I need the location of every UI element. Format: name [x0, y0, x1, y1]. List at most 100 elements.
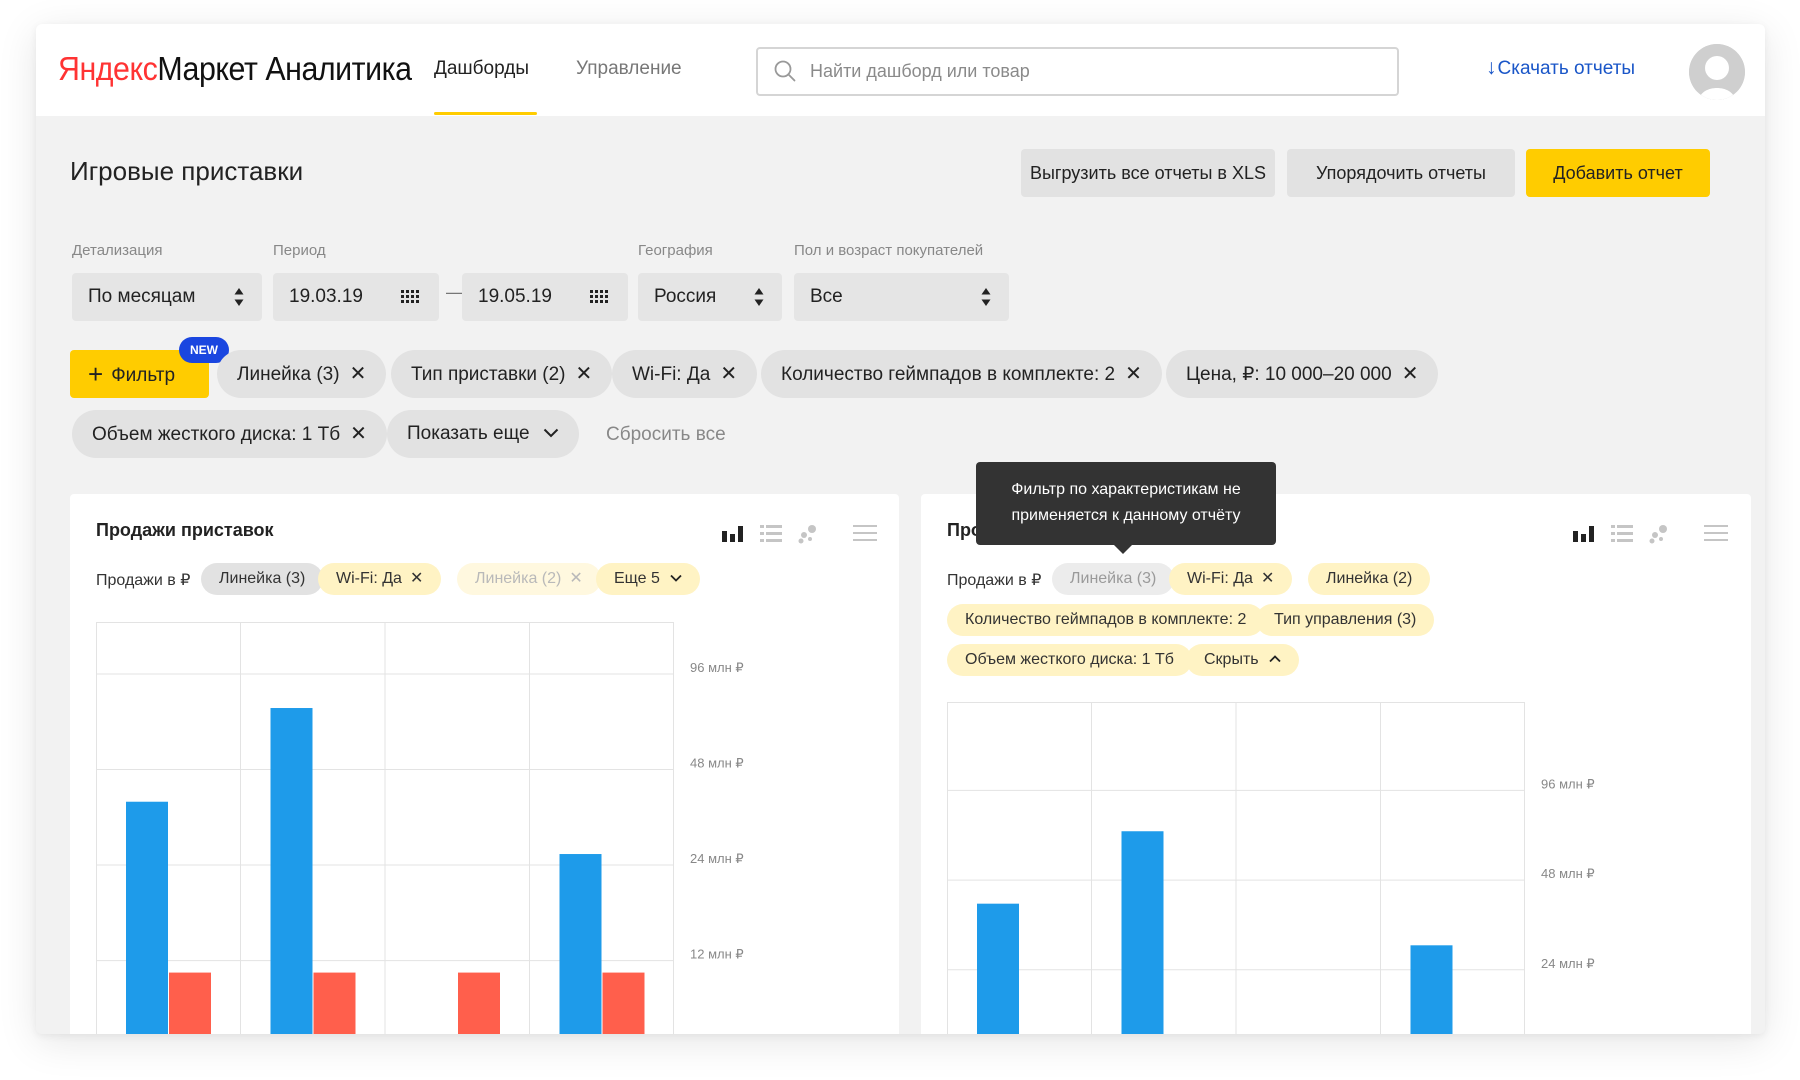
search-icon — [774, 60, 796, 82]
sales-bar-chart: 96 млн ₽ 48 млн ₽ 24 млн ₽ — [947, 702, 1595, 1034]
detail-value: По месяцам — [88, 286, 196, 307]
chip-label: Линейка (3) — [237, 364, 340, 385]
tag-label: Wi-Fi: Да — [336, 570, 402, 587]
period-label: Период — [273, 242, 326, 259]
search-box[interactable] — [756, 47, 1399, 96]
geo-value: Россия — [654, 286, 717, 307]
tag-chip[interactable]: Линейка (2) — [1308, 563, 1431, 595]
chevron-down-icon — [543, 428, 559, 438]
sort-arrows-icon — [754, 288, 764, 306]
y-tick-label: 12 млн ₽ — [690, 947, 744, 962]
tag-chip[interactable]: Объем жесткого диска: 1 Тб — [947, 644, 1192, 676]
more-tags-chip[interactable]: Еще 5 — [596, 563, 701, 595]
sales-label: Продажи в ₽ — [947, 572, 1042, 589]
filter-chip[interactable]: Объем жесткого диска: 1 Тб ✕ — [72, 410, 387, 458]
arrow-down-icon: ↓ — [1486, 56, 1497, 79]
menu-icon[interactable] — [1704, 524, 1728, 542]
close-icon[interactable]: ✕ — [569, 570, 582, 587]
tag-label: Объем жесткого диска: 1 Тб — [965, 651, 1174, 668]
detail-select[interactable]: По месяцам — [72, 273, 262, 321]
show-more-chip[interactable]: Показать еще — [387, 410, 579, 458]
filter-chip[interactable]: Цена, ₽: 10 000–20 000 ✕ — [1166, 350, 1439, 398]
calendar-icon — [401, 290, 419, 303]
scatter-icon[interactable] — [1649, 524, 1669, 544]
tag-chip[interactable]: Линейка (2) ✕ — [457, 563, 601, 595]
y-tick-label: 48 млн ₽ — [1541, 866, 1595, 881]
audience-label: Пол и возраст покупателей — [794, 242, 984, 259]
tag-label: Линейка (3) — [1070, 570, 1157, 587]
tooltip-line: Фильтр по характеристикам не — [1011, 481, 1241, 498]
tooltip-arrow — [1114, 545, 1132, 554]
chart-bar — [169, 972, 211, 1034]
reset-all-link[interactable]: Сбросить все — [606, 424, 726, 446]
close-icon[interactable]: ✕ — [720, 350, 737, 398]
chip-label: Объем жесткого диска: 1 Тб — [92, 424, 341, 445]
close-icon[interactable]: ✕ — [1125, 350, 1142, 398]
sales-bar-chart: 96 млн ₽ 48 млн ₽ 24 млн ₽ 12 млн ₽ — [96, 622, 744, 1034]
filter-chip[interactable]: Тип приставки (2) ✕ — [391, 350, 613, 398]
tag-label: Тип управления (3) — [1274, 611, 1417, 628]
bar-chart-icon[interactable] — [722, 524, 744, 542]
add-report-button[interactable]: Добавить отчет — [1526, 149, 1710, 197]
chip-label: Цена, ₽: 10 000–20 000 — [1186, 364, 1392, 385]
hide-tags-chip[interactable]: Скрыть — [1186, 644, 1300, 676]
y-tick-label: 96 млн ₽ — [690, 660, 744, 675]
table-view-icon[interactable] — [760, 524, 782, 542]
close-icon[interactable]: ✕ — [350, 410, 367, 458]
search-input[interactable] — [810, 49, 1380, 94]
close-icon[interactable]: ✕ — [576, 350, 593, 398]
chart-bar — [559, 854, 602, 1034]
chip-label: Количество геймпадов в комплекте: 2 — [781, 364, 1116, 385]
tab-management[interactable]: Управление — [576, 58, 682, 80]
geo-select[interactable]: Россия — [638, 273, 782, 321]
chart-bar — [602, 972, 645, 1034]
close-icon[interactable]: ✕ — [410, 570, 423, 587]
calendar-icon — [590, 290, 608, 303]
period-from-field[interactable]: 19.03.19 — [273, 273, 439, 321]
sort-arrows-icon — [981, 288, 991, 306]
tag-chip[interactable]: Wi-Fi: Да ✕ — [318, 563, 442, 595]
avatar[interactable] — [1689, 44, 1745, 100]
tag-chip[interactable]: Линейка (3) — [1052, 563, 1175, 595]
show-more-label: Показать еще — [407, 423, 530, 444]
tag-chip[interactable]: Линейка (3) — [201, 563, 324, 595]
table-view-icon[interactable] — [1611, 524, 1633, 542]
arrange-reports-button[interactable]: Упорядочить отчеты — [1287, 149, 1515, 197]
page-title: Игровые приставки — [70, 156, 304, 186]
close-icon[interactable]: ✕ — [1402, 350, 1419, 398]
chart-bar — [313, 972, 356, 1034]
tag-label: Линейка (3) — [219, 570, 306, 587]
tag-label: Wi-Fi: Да — [1187, 570, 1253, 587]
close-icon[interactable]: ✕ — [1261, 570, 1274, 587]
tag-chip[interactable]: Количество геймпадов в комплекте: 2 — [947, 604, 1265, 636]
detail-label: Детализация — [72, 242, 163, 259]
report-card-left: Продажи приставок Продажи в ₽ Линейка (3… — [70, 494, 899, 1034]
chip-label: Тип приставки (2) — [411, 364, 566, 385]
geo-label: География — [638, 242, 713, 259]
period-to-field[interactable]: 19.05.19 — [462, 273, 628, 321]
tag-chip[interactable]: Wi-Fi: Да ✕ — [1169, 563, 1293, 595]
filter-chip[interactable]: Линейка (3) ✕ — [217, 350, 387, 398]
filter-button-label: Фильтр — [111, 365, 176, 386]
audience-select[interactable]: Все — [794, 273, 1009, 321]
download-reports-link[interactable]: ↓Скачать отчеты — [1486, 56, 1635, 80]
period-from-value: 19.03.19 — [289, 286, 363, 307]
tab-dashboards[interactable]: Дашборды — [434, 58, 529, 80]
logo[interactable]: ЯндексМаркет Аналитика — [58, 50, 412, 88]
period-to-value: 19.05.19 — [478, 286, 552, 307]
scatter-icon[interactable] — [798, 524, 818, 544]
download-label: Скачать отчеты — [1497, 58, 1636, 79]
menu-icon[interactable] — [853, 524, 877, 542]
filter-chip[interactable]: Wi-Fi: Да ✕ — [612, 350, 758, 398]
tag-chip[interactable]: Тип управления (3) — [1256, 604, 1435, 636]
app-window: ЯндексМаркет Аналитика Дашборды Управлен… — [36, 24, 1765, 1034]
filter-chip[interactable]: Количество геймпадов в комплекте: 2 ✕ — [761, 350, 1162, 398]
audience-value: Все — [810, 286, 843, 307]
export-xls-button[interactable]: Выгрузить все отчеты в XLS — [1021, 149, 1275, 197]
chip-label: Wi-Fi: Да — [632, 364, 711, 385]
close-icon[interactable]: ✕ — [350, 350, 367, 398]
chart-bar — [270, 708, 313, 1034]
y-tick-label: 24 млн ₽ — [1541, 956, 1595, 971]
card-title: Продажи приставок — [96, 520, 274, 540]
bar-chart-icon[interactable] — [1573, 524, 1595, 542]
